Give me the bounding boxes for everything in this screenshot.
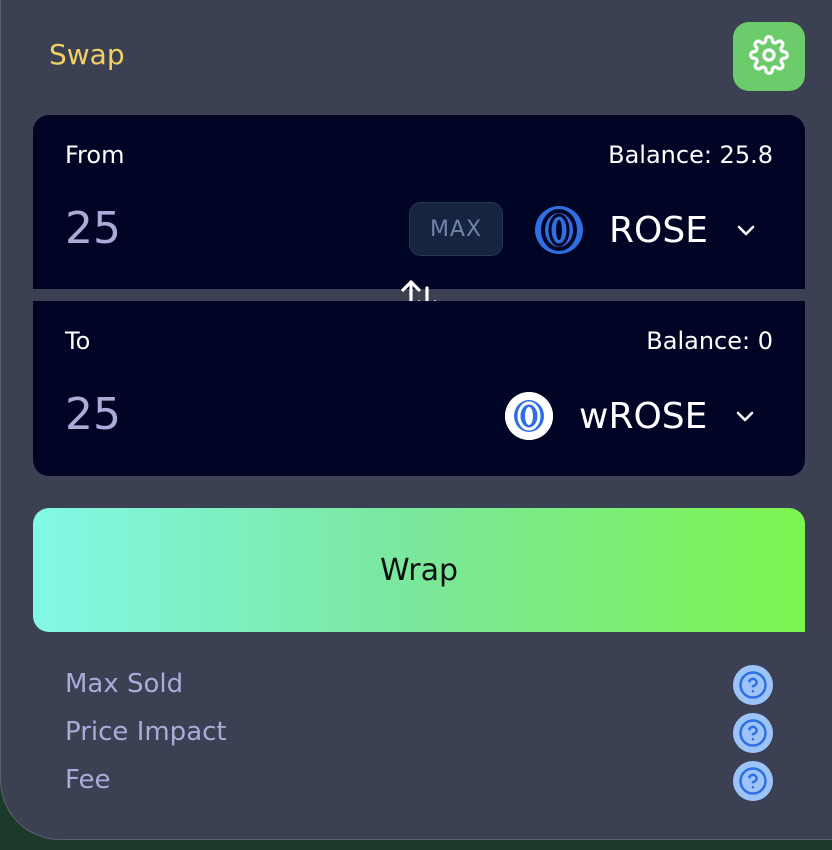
to-amount-input[interactable]: 25 [65,389,385,440]
from-label: From [65,141,125,169]
wrose-token-icon [505,392,553,440]
from-panel: From Balance: 25.8 25 MAX ROSE [33,115,805,289]
settings-button[interactable] [733,22,805,91]
to-label: To [65,327,91,355]
chevron-down-icon [734,218,758,242]
detail-label: Max Sold [65,669,184,699]
swap-card: Swap From Balance: 25.8 25 MAX ROSE To B… [0,0,832,840]
gear-icon [749,34,789,79]
help-icon[interactable] [733,665,773,705]
to-token-select[interactable]: wROSE [505,392,757,440]
to-panel: To Balance: 0 25 wROSE [33,301,805,476]
from-token-select[interactable]: ROSE [535,206,758,254]
help-icon[interactable] [733,713,773,753]
from-amount-input[interactable]: 25 [65,203,385,254]
to-balance: Balance: 0 [646,327,773,355]
to-token-name: wROSE [579,395,708,437]
detail-row-fee: Fee [65,761,773,801]
from-balance: Balance: 25.8 [608,141,773,169]
detail-label: Fee [65,765,111,795]
detail-row-price-impact: Price Impact [65,713,773,753]
help-icon[interactable] [733,761,773,801]
from-token-name: ROSE [609,209,708,251]
wrap-button[interactable]: Wrap [33,508,805,632]
detail-row-max-sold: Max Sold [65,665,773,705]
rose-token-icon [535,206,583,254]
detail-label: Price Impact [65,717,227,747]
page-title: Swap [49,38,125,71]
max-button[interactable]: MAX [409,202,503,256]
chevron-down-icon [733,404,757,428]
